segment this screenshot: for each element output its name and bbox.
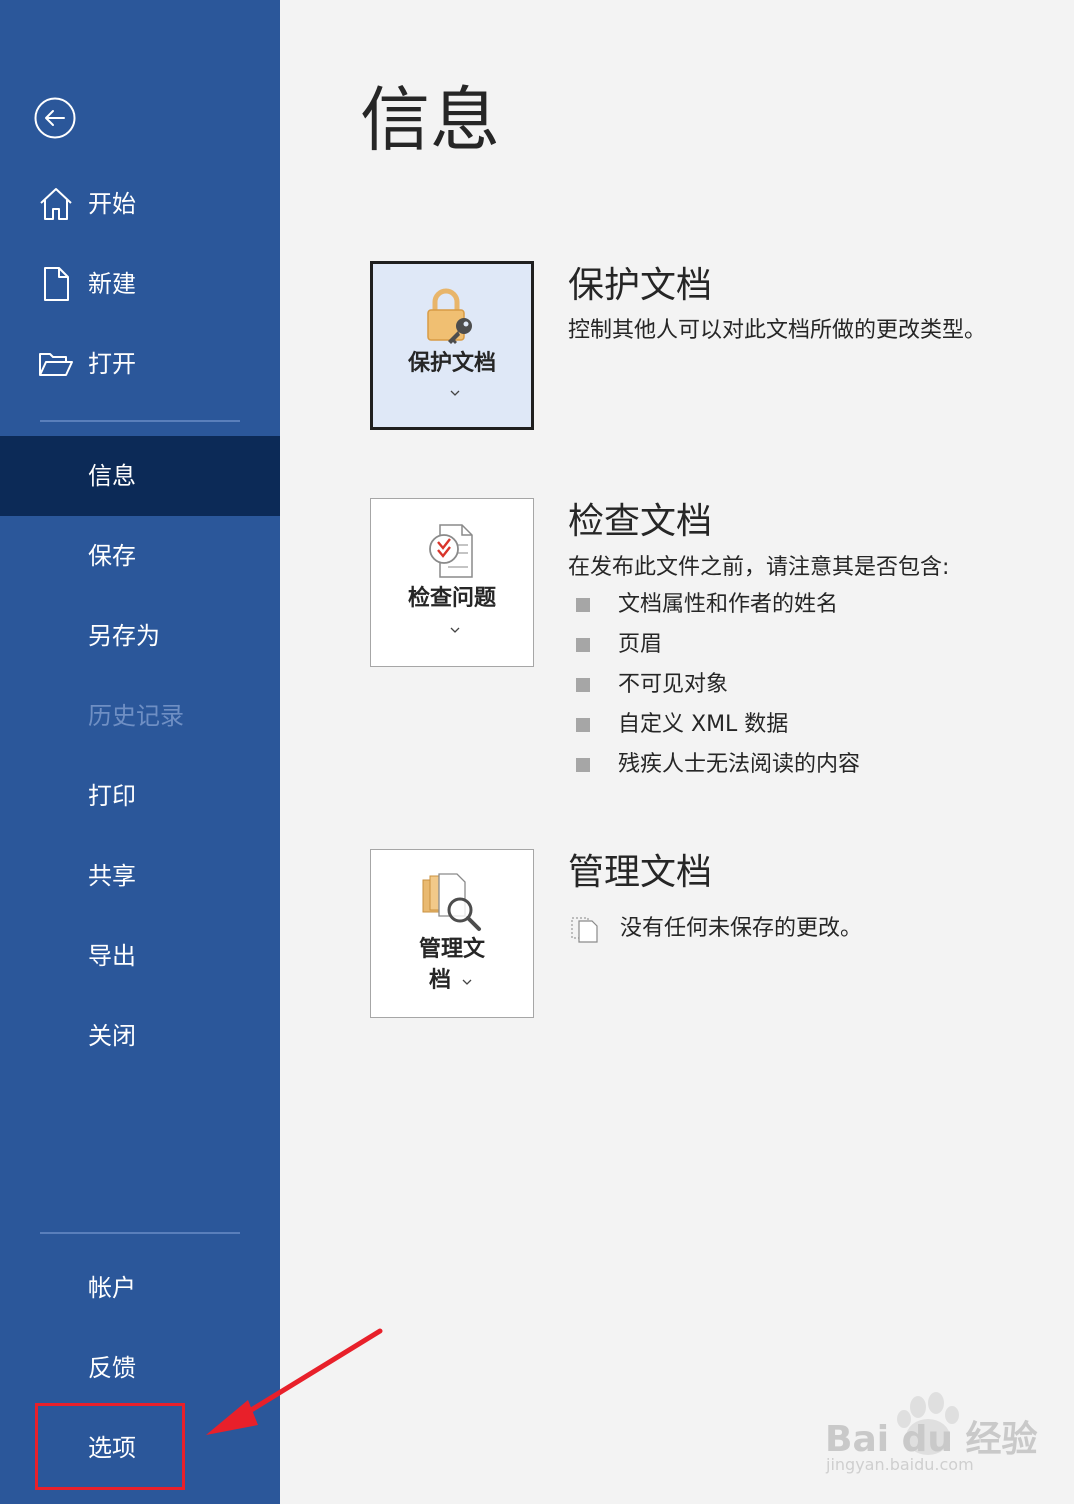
lock-key-icon	[427, 288, 472, 344]
nav-item-label: 关闭	[88, 1022, 136, 1050]
bullet-text: 页眉	[618, 632, 663, 657]
back-button[interactable]	[33, 96, 77, 140]
list-item: 文档属性和作者的姓名	[576, 590, 838, 620]
home-icon	[40, 188, 72, 220]
nav-item-label: 反馈	[88, 1354, 136, 1382]
nav-item-label: 帐户	[88, 1274, 136, 1302]
sidebar-divider	[40, 1232, 240, 1234]
nav-item-label: 打开	[88, 350, 136, 378]
nav-item-share[interactable]: 共享	[0, 836, 280, 916]
bullet-icon	[576, 758, 590, 772]
back-arrow-icon	[34, 97, 76, 139]
inspect-document-icon	[429, 524, 473, 578]
backstage-sidebar: 开始 新建 打开 信息 保存 另存为 历史记录 打印 共享 导出 关闭 帐户 反…	[0, 0, 280, 1504]
tile-label: 保护文档	[407, 351, 496, 376]
nav-item-account[interactable]: 帐户	[0, 1248, 280, 1328]
nav-item-home[interactable]: 开始	[0, 164, 280, 244]
nav-item-save[interactable]: 保存	[0, 516, 280, 596]
new-document-icon	[44, 267, 69, 301]
manage-document-button[interactable]: 管理文 档	[370, 849, 534, 1018]
nav-item-label: 新建	[88, 270, 136, 298]
check-for-issues-button[interactable]: 检查问题	[370, 498, 534, 667]
protect-document-button[interactable]: 保护文档	[370, 261, 534, 430]
nav-item-open[interactable]: 打开	[0, 324, 280, 404]
section-desc-protect: 控制其他人可以对此文档所做的更改类型。	[568, 318, 987, 343]
nav-item-label: 共享	[88, 862, 136, 890]
folder-open-icon	[39, 353, 73, 376]
chevron-down-icon	[462, 979, 472, 985]
tile-label: 档	[428, 968, 451, 993]
options-highlight-box	[35, 1403, 185, 1490]
nav-item-label: 打印	[88, 782, 136, 810]
nav-item-export[interactable]: 导出	[0, 916, 280, 996]
bullet-text: 不可见对象	[618, 672, 729, 697]
nav-item-save-as[interactable]: 另存为	[0, 596, 280, 676]
section-title-manage: 管理文档	[568, 852, 713, 893]
nav-item-label: 开始	[88, 190, 136, 218]
chevron-down-icon	[450, 390, 460, 396]
watermark-url: jingyan.baidu.com	[826, 1455, 974, 1474]
section-title-protect: 保护文档	[568, 265, 713, 306]
bullet-text: 残疾人士无法阅读的内容	[618, 752, 861, 777]
list-item: 不可见对象	[576, 670, 728, 700]
tile-label: 检查问题	[407, 586, 496, 611]
nav-item-label: 保存	[88, 542, 136, 570]
nav-item-close[interactable]: 关闭	[0, 996, 280, 1076]
manage-documents-icon	[422, 873, 481, 931]
list-item: 页眉	[576, 630, 662, 660]
bullet-icon	[576, 678, 590, 692]
nav-item-print[interactable]: 打印	[0, 756, 280, 836]
section-title-inspect: 检查文档	[568, 501, 713, 542]
list-item: 自定义 XML 数据	[576, 710, 788, 740]
bullet-text: 自定义 XML 数据	[618, 712, 789, 737]
nav-item-label: 导出	[88, 942, 136, 970]
list-item: 残疾人士无法阅读的内容	[576, 750, 860, 780]
nav-item-new[interactable]: 新建	[0, 244, 280, 324]
bullet-icon	[576, 718, 590, 732]
bullet-icon	[576, 598, 590, 612]
tile-label: 管理文	[418, 937, 485, 962]
page-title: 信息	[360, 79, 500, 161]
nav-item-info[interactable]: 信息	[0, 436, 280, 516]
nav-item-label: 历史记录	[88, 702, 184, 730]
nav-item-history: 历史记录	[0, 676, 280, 756]
sidebar-divider	[40, 420, 240, 422]
nav-item-label: 另存为	[88, 622, 160, 650]
nav-item-label: 信息	[88, 462, 136, 490]
chevron-down-icon	[450, 627, 460, 633]
bullet-icon	[576, 638, 590, 652]
bullet-text: 文档属性和作者的姓名	[618, 592, 839, 617]
section-desc-manage: 没有任何未保存的更改。	[620, 916, 863, 941]
unsaved-changes-icon	[571, 917, 598, 943]
section-desc-inspect: 在发布此文件之前，请注意其是否包含:	[568, 555, 950, 580]
red-arrow-annotation	[206, 1328, 383, 1435]
